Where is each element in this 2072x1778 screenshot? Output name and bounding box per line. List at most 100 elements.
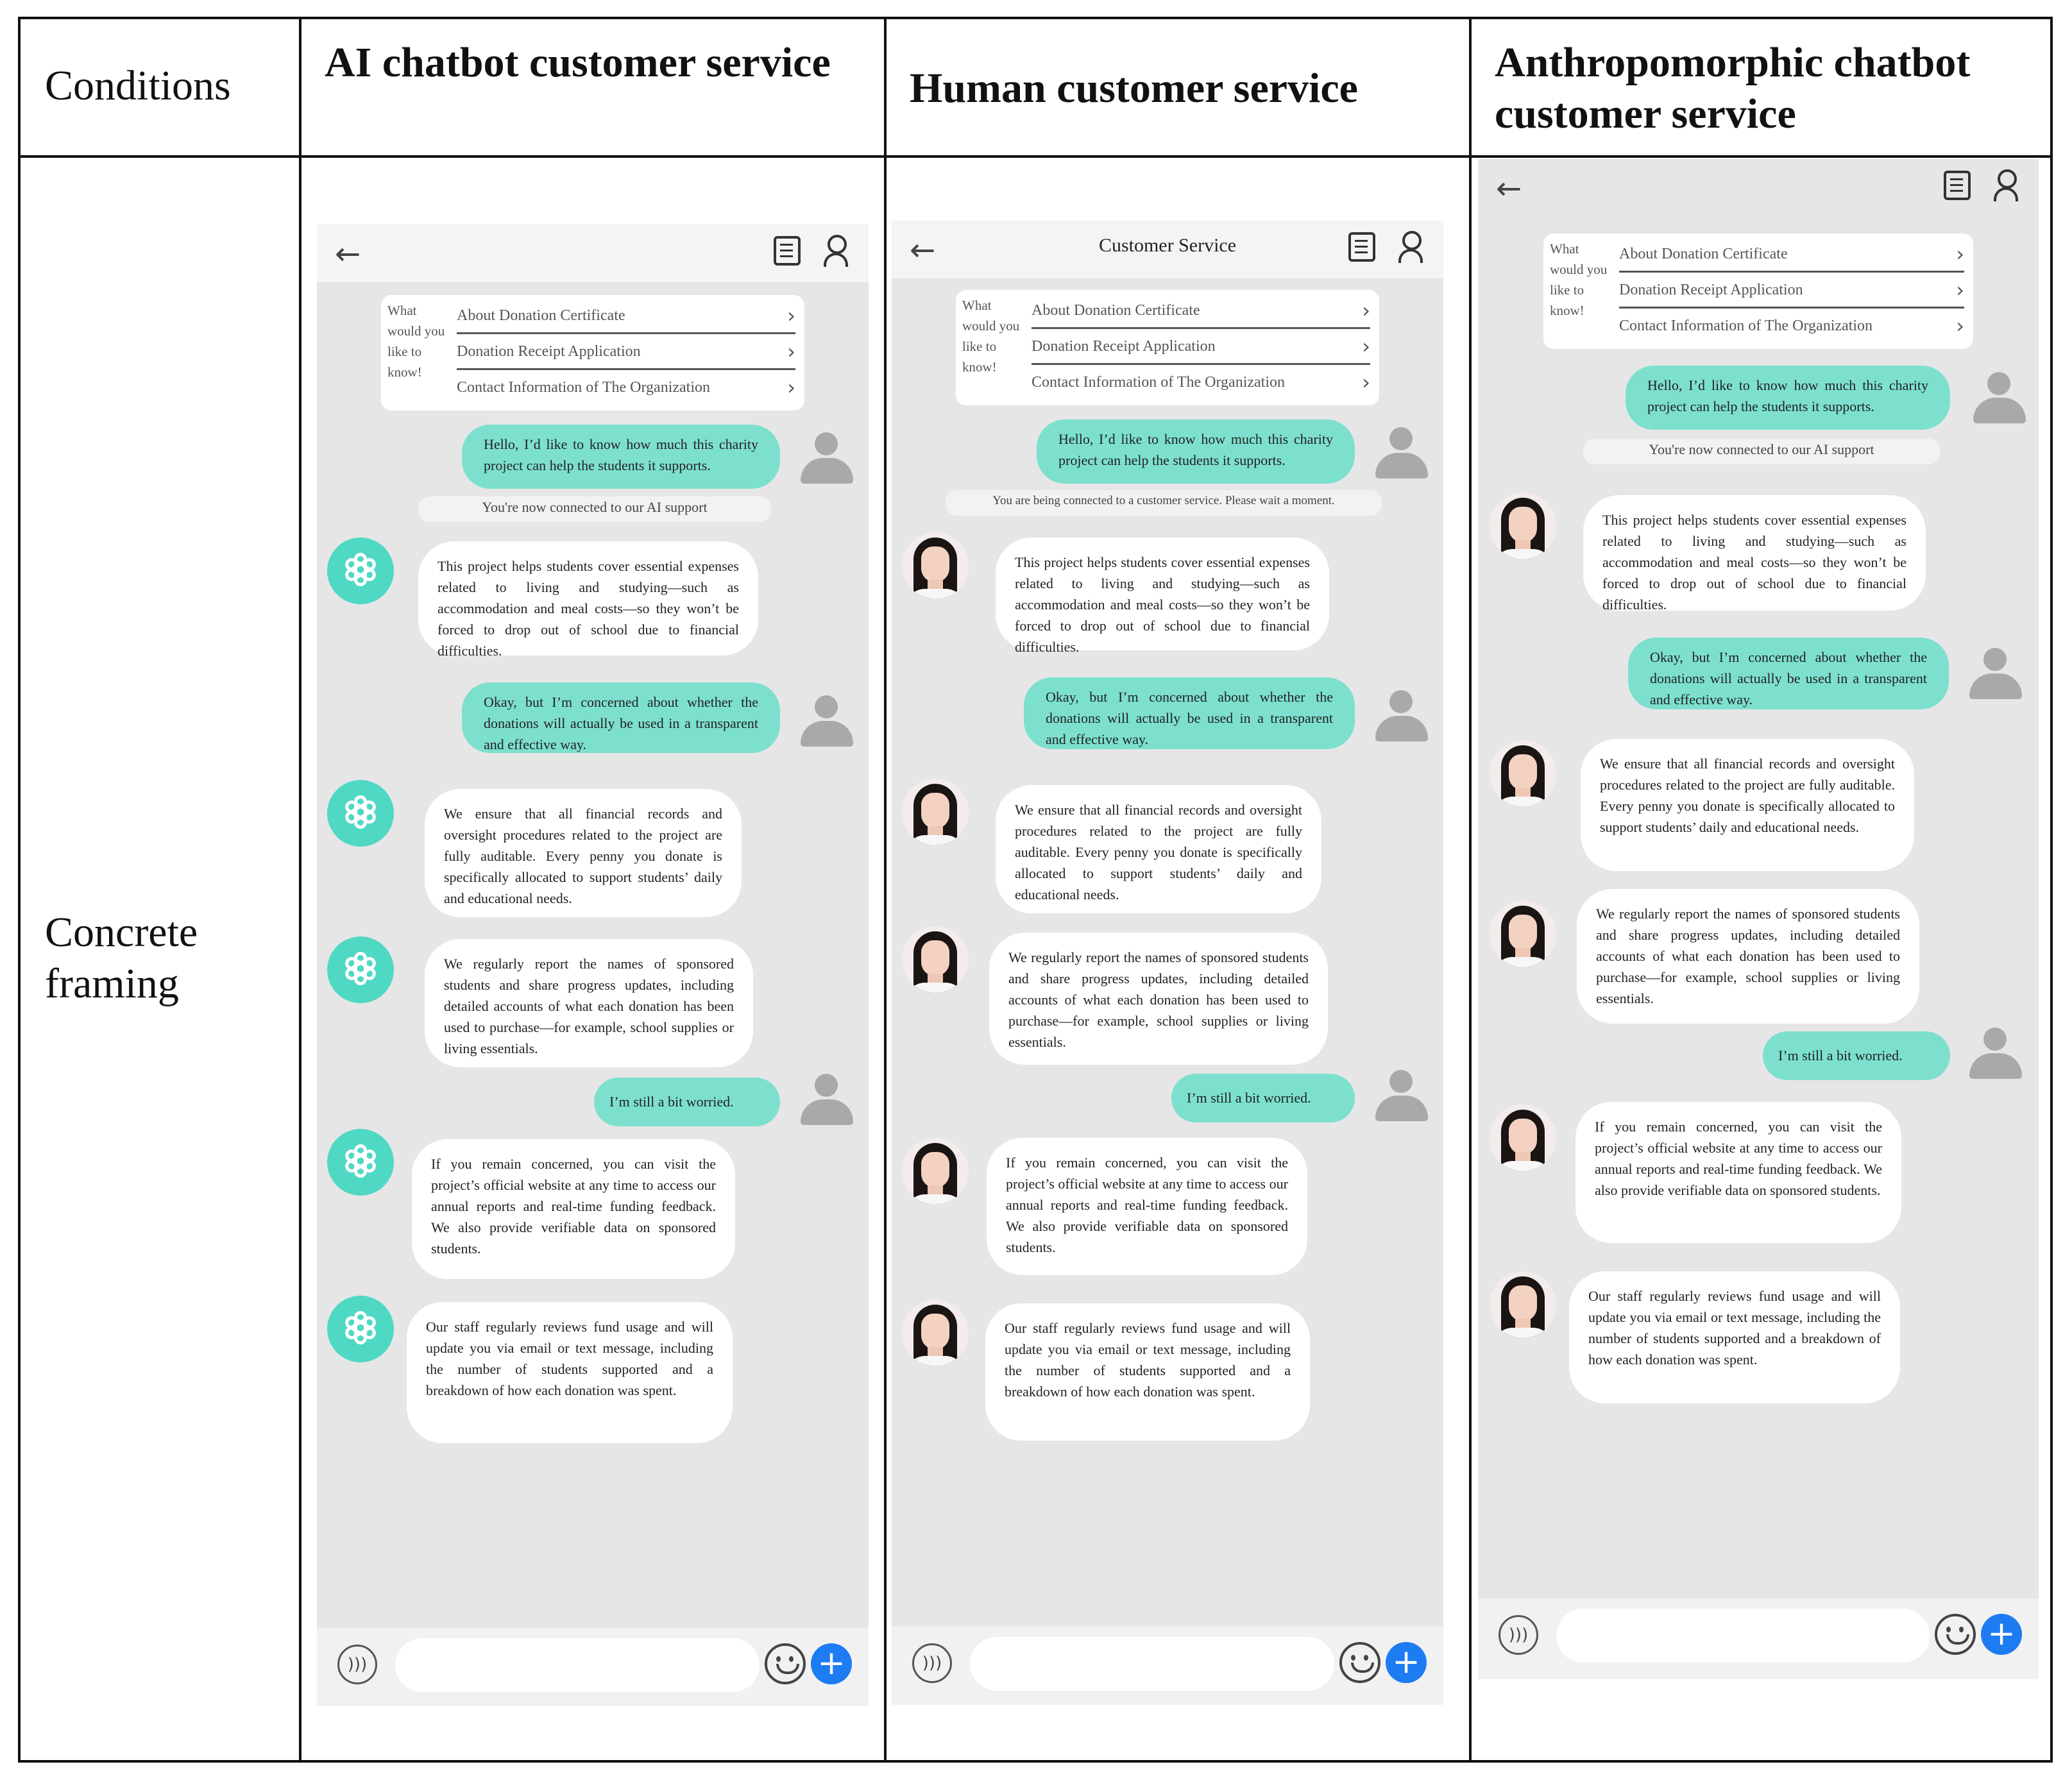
input-bar: ))) + (317, 1628, 869, 1706)
agent-photo-avatar (902, 1300, 969, 1366)
user-search-icon[interactable] (1994, 168, 2026, 203)
agent-message: If you remain concerned, you can visit t… (412, 1139, 735, 1279)
plus-icon[interactable]: + (811, 1643, 852, 1684)
user-search-icon[interactable] (1398, 230, 1431, 264)
table-top-border (18, 17, 2053, 19)
menu-prompt: What would you like to know! (962, 298, 1020, 375)
chevron-right-icon: › (787, 375, 795, 400)
chatbot-logo-icon (327, 936, 394, 1003)
chevron-right-icon: › (1956, 314, 1964, 338)
voice-icon[interactable]: ))) (337, 1645, 377, 1684)
user-avatar-icon (1967, 1025, 2025, 1083)
document-icon[interactable] (1348, 232, 1375, 262)
menu-item-label: Contact Information of The Organization (1032, 374, 1286, 391)
menu-item-label: Donation Receipt Application (1032, 338, 1216, 355)
emoji-icon[interactable] (765, 1643, 806, 1684)
chevron-right-icon: › (1956, 278, 1964, 302)
menu-item-contact-info[interactable]: Contact Information of The Organization › (1619, 309, 1964, 343)
agent-photo-avatar (902, 532, 969, 599)
document-icon[interactable] (774, 236, 801, 266)
header-human: Human customer service (910, 65, 1358, 112)
quick-menu: What would you like to know! About Donat… (381, 295, 804, 411)
chevron-right-icon: › (1362, 370, 1370, 394)
agent-message: We ensure that all financial records and… (1581, 739, 1914, 871)
table-bottom-border (18, 1760, 2053, 1763)
row-label-concrete-framing: Concrete framing (45, 909, 198, 1007)
agent-photo-avatar (902, 779, 969, 845)
back-arrow-icon[interactable]: ← (910, 232, 935, 268)
back-arrow-icon[interactable]: ← (1496, 171, 1522, 207)
agent-message: Our staff regularly reviews fund usage a… (985, 1303, 1310, 1441)
chevron-right-icon: › (1362, 334, 1370, 359)
user-avatar-icon (1971, 369, 2028, 427)
plus-icon[interactable]: + (1386, 1642, 1427, 1683)
phone-anthropomorphic: ← What would you like to know! About Don… (1478, 159, 2039, 1679)
quick-menu: What would you like to know! About Donat… (956, 290, 1379, 405)
chevron-right-icon: › (1956, 242, 1964, 266)
emoji-icon[interactable] (1339, 1642, 1380, 1683)
agent-message: We ensure that all financial records and… (996, 785, 1321, 913)
agent-photo-avatar (902, 926, 969, 993)
agent-message: This project helps students cover essent… (418, 541, 758, 659)
agent-message: Our staff regularly reviews fund usage a… (1569, 1271, 1900, 1403)
agent-message: Our staff regularly reviews fund usage a… (407, 1302, 733, 1443)
menu-item-label: Contact Information of The Organization (1619, 318, 1873, 334)
agent-message: If you remain concerned, you can visit t… (987, 1138, 1307, 1275)
message-input[interactable] (970, 1637, 1334, 1691)
user-message: I’m still a bit worried. (1171, 1074, 1355, 1122)
connection-notice: You are being connected to a customer se… (946, 490, 1382, 516)
menu-item-donation-certificate[interactable]: About Donation Certificate › (457, 299, 795, 334)
top-bar: ← (1478, 159, 2039, 217)
agent-message: We regularly report the names of sponsor… (425, 939, 753, 1067)
agent-photo-avatar (1490, 493, 1556, 559)
user-message: I’m still a bit worried. (594, 1078, 780, 1126)
connection-notice: You're now connected to our AI support (1583, 439, 1940, 464)
emoji-icon[interactable] (1935, 1614, 1976, 1655)
menu-item-donation-receipt[interactable]: Donation Receipt Application › (1032, 330, 1370, 365)
agent-message: This project helps students cover essent… (996, 538, 1329, 655)
menu-item-contact-info[interactable]: Contact Information of The Organization › (1032, 366, 1370, 399)
menu-item-donation-receipt[interactable]: Donation Receipt Application › (457, 335, 795, 370)
phone-ai-chatbot: ← What would you like to know! About Don… (317, 224, 869, 1706)
menu-item-label: Donation Receipt Application (457, 343, 641, 360)
chevron-right-icon: › (787, 303, 795, 328)
menu-item-donation-certificate[interactable]: About Donation Certificate › (1619, 237, 1964, 273)
chatbot-logo-icon (327, 538, 394, 604)
user-message: Okay, but I’m concerned about whether th… (1024, 677, 1355, 749)
col-divider-3 (1469, 17, 1472, 1763)
agent-photo-avatar (902, 1138, 969, 1205)
header-ai-chatbot: AI chatbot customer service (325, 39, 831, 86)
menu-item-contact-info[interactable]: Contact Information of The Organization › (457, 371, 795, 404)
user-message: Okay, but I’m concerned about whether th… (1628, 638, 1949, 709)
user-avatar-icon (798, 693, 856, 750)
user-message: Hello, I’d like to know how much this ch… (1626, 366, 1950, 430)
top-bar: ← (317, 224, 869, 282)
menu-item-label: About Donation Certificate (457, 307, 625, 324)
agent-photo-avatar (1490, 740, 1556, 807)
phone-human: Customer Service ← What would you like t… (892, 221, 1443, 1705)
voice-icon[interactable]: ))) (912, 1643, 952, 1683)
message-input[interactable] (395, 1638, 760, 1692)
agent-photo-avatar (1490, 1271, 1556, 1338)
plus-icon[interactable]: + (1981, 1614, 2022, 1655)
menu-item-label: About Donation Certificate (1032, 302, 1200, 319)
user-avatar-icon (1967, 645, 2025, 703)
user-message: Okay, but I’m concerned about whether th… (462, 682, 780, 753)
menu-item-donation-certificate[interactable]: About Donation Certificate › (1032, 294, 1370, 329)
menu-item-label: About Donation Certificate (1619, 246, 1788, 262)
menu-prompt: What would you like to know! (387, 303, 445, 380)
user-avatar-icon (798, 1071, 856, 1129)
user-avatar-icon (1373, 688, 1431, 745)
user-search-icon[interactable] (824, 233, 856, 268)
menu-item-donation-receipt[interactable]: Donation Receipt Application › (1619, 273, 1964, 309)
agent-photo-avatar (1490, 901, 1556, 967)
menu-prompt: What would you like to know! (1550, 241, 1608, 318)
chevron-right-icon: › (787, 339, 795, 364)
message-input[interactable] (1556, 1609, 1930, 1663)
user-message: I’m still a bit worried. (1763, 1031, 1950, 1080)
user-avatar-icon (1373, 1067, 1431, 1125)
agent-message: This project helps students cover essent… (1583, 495, 1926, 613)
document-icon[interactable] (1944, 171, 1971, 200)
voice-icon[interactable]: ))) (1499, 1615, 1538, 1655)
back-arrow-icon[interactable]: ← (335, 236, 361, 272)
